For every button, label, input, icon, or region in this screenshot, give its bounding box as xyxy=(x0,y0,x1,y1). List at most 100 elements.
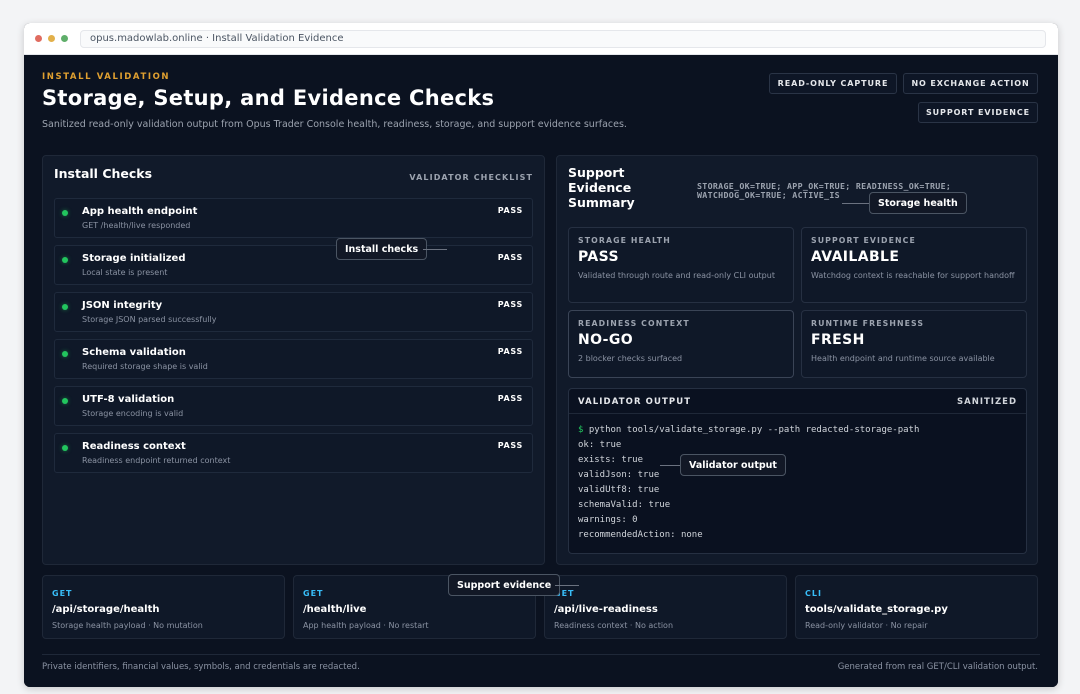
route-method: CLI xyxy=(805,589,822,598)
check-item-app-health: App health endpoint GET /health/live res… xyxy=(54,198,533,238)
check-name: JSON integrity xyxy=(82,300,163,311)
page-subtitle: Sanitized read-only validation output fr… xyxy=(42,119,627,130)
route-description: Read-only validator · No repair xyxy=(805,621,928,630)
metric-label: RUNTIME FRESHNESS xyxy=(811,319,925,328)
route-path: /api/storage/health xyxy=(52,604,160,615)
metric-value: PASS xyxy=(578,249,619,265)
maximize-window-icon[interactable] xyxy=(61,35,68,42)
metric-card-storage-health: STORAGE HEALTH PASS Validated through ro… xyxy=(568,227,794,303)
route-path: /health/live xyxy=(303,604,367,615)
check-status: PASS xyxy=(497,394,523,403)
check-status: PASS xyxy=(497,300,523,309)
validator-output-line: recommendedAction: none xyxy=(578,530,703,540)
callout-validator-output: Validator output xyxy=(680,454,786,476)
route-card-validator-cli: CLI tools/validate_storage.py Read-only … xyxy=(795,575,1038,639)
metric-label: STORAGE HEALTH xyxy=(578,236,671,245)
minimize-window-icon[interactable] xyxy=(48,35,55,42)
callout-support-evidence: Support evidence xyxy=(448,574,561,596)
validator-output-line: validJson: true xyxy=(578,470,660,480)
browser-chrome: opus.madowlab.online · Install Validatio… xyxy=(24,23,1058,55)
route-description: Readiness context · No action xyxy=(554,621,674,630)
check-item-readiness-context: Readiness context Readiness endpoint ret… xyxy=(54,433,533,473)
validator-checklist-label: VALIDATOR CHECKLIST xyxy=(409,173,533,182)
footer-source-note: Generated from real GET/CLI validation o… xyxy=(837,662,1038,672)
status-dot-icon xyxy=(62,351,68,357)
support-evidence-panel: Support Evidence Summary STORAGE_OK=TRUE… xyxy=(556,155,1038,565)
footer-redaction-note: Private identifiers, financial values, s… xyxy=(42,662,360,672)
validator-output-header: VALIDATOR OUTPUT SANITIZED xyxy=(569,389,1026,414)
check-description: Required storage shape is valid xyxy=(82,362,208,371)
sanitized-badge: SANITIZED xyxy=(957,397,1017,407)
check-description: Readiness endpoint returned context xyxy=(82,456,231,465)
tag-support-evidence: SUPPORT EVIDENCE xyxy=(918,102,1038,123)
check-status: PASS xyxy=(497,206,523,215)
support-summary-title: Support Evidence Summary xyxy=(568,165,635,210)
support-flags: STORAGE_OK=TRUE; APP_OK=TRUE; READINESS_… xyxy=(697,182,952,200)
validator-output-line: exists: true xyxy=(578,455,644,465)
metric-value: AVAILABLE xyxy=(811,249,900,265)
check-item-schema-validation: Schema validation Required storage shape… xyxy=(54,339,533,379)
status-dot-icon xyxy=(62,257,68,263)
route-card-live-readiness: GET /api/live-readiness Readiness contex… xyxy=(544,575,787,639)
route-method: GET xyxy=(52,589,73,598)
validator-output-line: validUtf8: true xyxy=(578,485,660,495)
check-item-utf8-validation: UTF-8 validation Storage encoding is val… xyxy=(54,386,533,426)
check-name: Storage initialized xyxy=(82,253,186,264)
footer-divider xyxy=(42,654,1040,655)
callout-leader-line xyxy=(423,249,447,250)
callout-leader-line xyxy=(842,203,869,204)
page-eyebrow: INSTALL VALIDATION xyxy=(42,72,171,82)
check-item-json-integrity: JSON integrity Storage JSON parsed succe… xyxy=(54,292,533,332)
route-description: Storage health payload · No mutation xyxy=(52,621,203,630)
status-dot-icon xyxy=(62,304,68,310)
check-name: Readiness context xyxy=(82,441,186,452)
status-dot-icon xyxy=(62,445,68,451)
validator-command: python tools/validate_storage.py --path … xyxy=(588,425,920,435)
check-name: App health endpoint xyxy=(82,206,198,217)
check-name: Schema validation xyxy=(82,347,186,358)
address-bar-text: opus.madowlab.online · Install Validatio… xyxy=(90,33,344,44)
install-checks-title: Install Checks xyxy=(54,166,153,181)
install-checks-panel: Install Checks VALIDATOR CHECKLIST App h… xyxy=(42,155,545,565)
page-title: Storage, Setup, and Evidence Checks xyxy=(42,86,495,110)
route-path: /api/live-readiness xyxy=(554,604,658,615)
metric-card-support-evidence: SUPPORT EVIDENCE AVAILABLE Watchdog cont… xyxy=(801,227,1027,303)
validator-output-title: VALIDATOR OUTPUT xyxy=(578,397,692,407)
callout-storage-health: Storage health xyxy=(869,192,967,214)
callout-leader-line xyxy=(660,465,680,466)
metric-card-runtime-freshness: RUNTIME FRESHNESS FRESH Health endpoint … xyxy=(801,310,1027,378)
check-status: PASS xyxy=(497,441,523,450)
check-status: PASS xyxy=(497,253,523,262)
check-description: Storage encoding is valid xyxy=(82,409,184,418)
browser-window: opus.madowlab.online · Install Validatio… xyxy=(24,23,1058,687)
check-name: UTF-8 validation xyxy=(82,394,175,405)
metric-label: SUPPORT EVIDENCE xyxy=(811,236,916,245)
metric-description: 2 blocker checks surfaced xyxy=(578,354,683,363)
route-path: tools/validate_storage.py xyxy=(805,604,948,615)
app-content: INSTALL VALIDATION Storage, Setup, and E… xyxy=(24,55,1058,687)
tag-read-only-capture: READ-ONLY CAPTURE xyxy=(769,73,897,94)
metric-card-readiness-context: READINESS CONTEXT NO-GO 2 blocker checks… xyxy=(568,310,794,378)
route-method: GET xyxy=(303,589,324,598)
check-description: Local state is present xyxy=(82,268,168,277)
callout-leader-line xyxy=(555,585,579,586)
metric-value: FRESH xyxy=(811,332,865,348)
status-dot-icon xyxy=(62,210,68,216)
metric-description: Validated through route and read-only CL… xyxy=(578,271,775,280)
check-item-storage-initialized: Storage initialized Local state is prese… xyxy=(54,245,533,285)
close-window-icon[interactable] xyxy=(35,35,42,42)
route-description: App health payload · No restart xyxy=(303,621,429,630)
check-status: PASS xyxy=(497,347,523,356)
metric-description: Watchdog context is reachable for suppor… xyxy=(811,271,1015,280)
address-bar[interactable]: opus.madowlab.online · Install Validatio… xyxy=(80,29,1046,48)
validator-output-line: schemaValid: true xyxy=(578,500,671,510)
validator-command-line: $ python tools/validate_storage.py --pat… xyxy=(578,425,919,435)
validator-output-line: ok: true xyxy=(578,440,622,450)
check-description: Storage JSON parsed successfully xyxy=(82,315,217,324)
route-card-storage-health: GET /api/storage/health Storage health p… xyxy=(42,575,285,639)
prompt-symbol: $ xyxy=(578,425,584,435)
metric-label: READINESS CONTEXT xyxy=(578,319,690,328)
validator-output-box: VALIDATOR OUTPUT SANITIZED $ python tool… xyxy=(568,388,1027,554)
tag-no-exchange-action: NO EXCHANGE ACTION xyxy=(903,73,1038,94)
check-description: GET /health/live responded xyxy=(82,221,191,230)
